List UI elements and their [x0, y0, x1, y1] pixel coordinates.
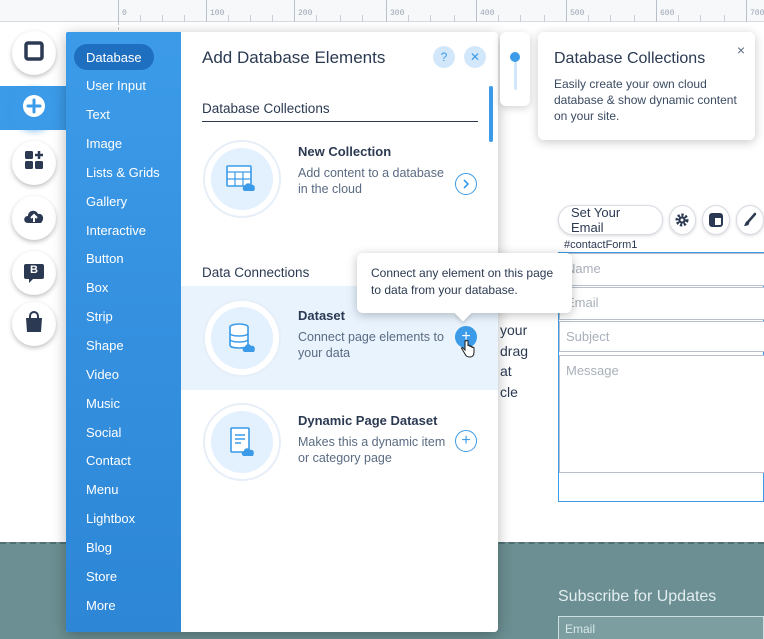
top-ruler: 0 100 200 300 400 500 600 700 — [0, 0, 764, 22]
category-item[interactable]: Blog — [74, 534, 124, 560]
item-description: Connect page elements to your data — [298, 330, 444, 360]
category-item[interactable]: Menu — [74, 477, 131, 503]
blog-letter: B — [30, 264, 38, 276]
tooltip-text: Connect any element on this page to data… — [371, 266, 554, 297]
email-field[interactable]: Email — [559, 287, 764, 320]
category-item[interactable]: Contact — [74, 448, 143, 474]
section-heading: Data Connections — [202, 265, 310, 280]
new-collection-item[interactable]: New Collection Add content to a database… — [181, 127, 498, 231]
ruler-tick: 500 — [566, 0, 584, 22]
category-item[interactable]: Video — [74, 361, 131, 387]
item-description: Add content to a database in the cloud — [298, 166, 444, 196]
chevron-right-icon[interactable] — [455, 173, 477, 195]
subject-field[interactable]: Subject — [559, 321, 764, 352]
ruler-tick: 700 — [746, 0, 764, 22]
ruler-tick: 600 — [656, 0, 674, 22]
connect-tooltip: Connect any element on this page to data… — [357, 253, 572, 322]
category-item[interactable]: Lists & Grids — [74, 159, 172, 185]
message-field[interactable]: Message — [559, 355, 764, 473]
ruler-tick: 0 — [118, 0, 127, 22]
hand-cursor-icon — [461, 339, 475, 363]
ruler-tick: 100 — [206, 0, 224, 22]
rail-store-button[interactable] — [12, 302, 56, 346]
category-item[interactable]: Box — [74, 275, 120, 301]
gear-icon[interactable] — [668, 205, 697, 235]
apps-icon — [23, 150, 45, 177]
brush-icon[interactable] — [736, 205, 764, 235]
close-icon[interactable]: ✕ — [464, 46, 486, 68]
slider-handle[interactable] — [510, 52, 520, 62]
bag-icon — [24, 310, 44, 338]
blog-icon: B — [23, 262, 45, 284]
category-item[interactable]: Lightbox — [74, 506, 147, 532]
category-item[interactable]: Database — [74, 44, 154, 70]
category-item[interactable]: Store — [74, 563, 129, 589]
database-icon — [203, 299, 281, 377]
category-item[interactable]: Text — [74, 102, 122, 128]
section-divider — [202, 121, 478, 122]
category-items: Database User Input Text Image Lists & Grids… — [66, 32, 181, 632]
category-item[interactable]: Music — [74, 390, 132, 416]
category-item[interactable]: Button — [74, 246, 136, 272]
item-title: Dataset — [298, 308, 345, 323]
question-icon[interactable]: ? — [433, 46, 455, 68]
tooltip-text: Easily create your own cloud database & … — [554, 77, 737, 123]
collections-tooltip: Database Collections Easily create your … — [538, 32, 755, 140]
ruler-tick: 300 — [386, 0, 404, 22]
category-item[interactable]: Gallery — [74, 188, 139, 214]
subscribe-heading[interactable]: Subscribe for Updates — [558, 588, 716, 606]
form-id-label: #contactForm1 — [564, 239, 638, 251]
category-item[interactable]: More — [74, 592, 128, 618]
category-item[interactable]: Strip — [74, 304, 125, 330]
page-icon — [203, 403, 281, 481]
upload-icon — [22, 206, 46, 231]
item-description: Makes this a dynamic item or category pa… — [298, 435, 446, 465]
category-item[interactable]: Image — [74, 131, 134, 157]
category-item[interactable]: Interactive — [74, 217, 158, 243]
category-item[interactable]: Social — [74, 419, 133, 445]
rail-background-button[interactable] — [12, 31, 56, 75]
form-toolbar: Set Your Email — [558, 205, 764, 235]
dynamic-page-dataset-item[interactable]: Dynamic Page Dataset Makes this a dynami… — [181, 390, 498, 494]
rail-apps-button[interactable] — [12, 141, 56, 185]
vertical-slider[interactable] — [500, 32, 530, 106]
collection-icon — [203, 140, 281, 218]
layout-icon[interactable] — [702, 205, 731, 235]
close-icon[interactable]: × — [737, 42, 745, 58]
square-icon — [23, 40, 45, 67]
panel-title: Add Database Elements — [202, 48, 386, 67]
item-title: New Collection — [298, 144, 392, 159]
name-field[interactable]: Name — [559, 253, 764, 286]
paragraph-text[interactable]: your drag at cle — [500, 320, 528, 402]
rail-add-button[interactable] — [12, 86, 56, 130]
ruler-tick: 400 — [476, 0, 494, 22]
contact-form[interactable]: Name Email Subject Message — [558, 252, 764, 502]
ruler-tick: 200 — [294, 0, 312, 22]
category-item[interactable]: User Input — [74, 73, 158, 99]
panel-content: Add Database Elements ? ✕ Database Colle… — [181, 32, 498, 632]
tooltip-title: Database Collections — [554, 50, 706, 67]
rail-blog-button[interactable]: B — [12, 251, 56, 295]
category-item[interactable]: Shape — [74, 333, 136, 359]
plus-icon — [22, 94, 46, 123]
section-heading: Database Collections — [202, 101, 330, 116]
subscribe-email-field[interactable]: Email — [558, 616, 764, 639]
item-title: Dynamic Page Dataset — [298, 413, 438, 428]
rail-upload-button[interactable] — [12, 196, 56, 240]
set-email-button[interactable]: Set Your Email — [558, 205, 663, 235]
add-dynamic-dataset-button[interactable]: + — [455, 430, 477, 452]
